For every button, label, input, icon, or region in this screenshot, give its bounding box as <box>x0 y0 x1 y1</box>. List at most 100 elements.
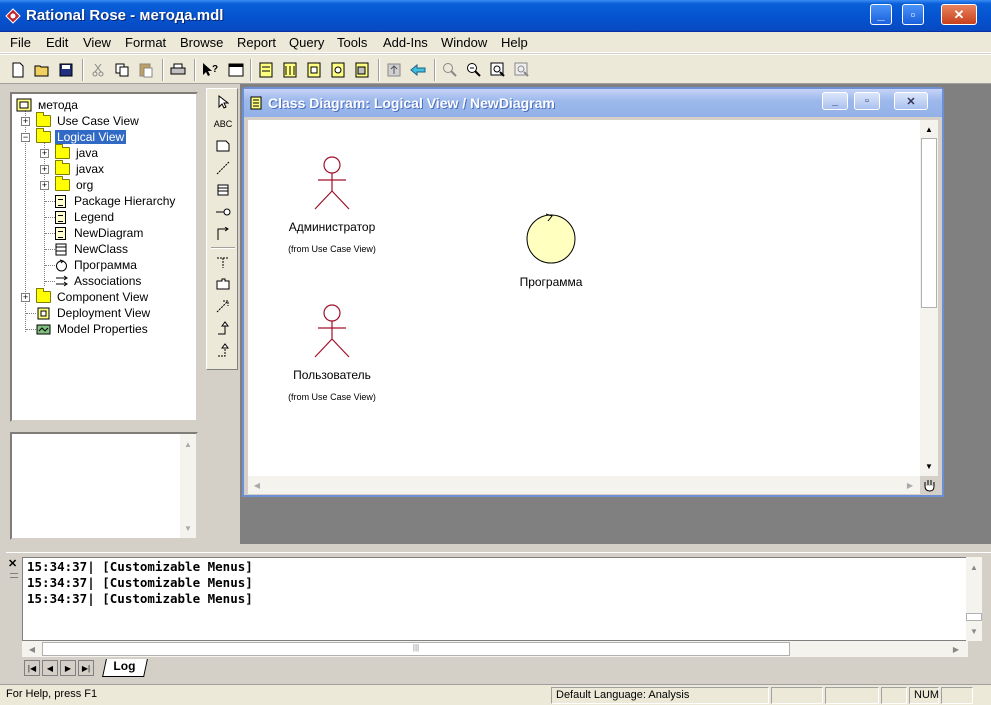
interaction-diagram-icon[interactable] <box>280 60 300 80</box>
selection-tool-icon[interactable] <box>213 93 233 111</box>
diagram-vertical-scrollbar[interactable]: ▲ ▼ <box>920 120 938 476</box>
component-diagram-icon[interactable] <box>304 60 324 80</box>
menu-file[interactable]: File <box>10 35 31 50</box>
tree-node-javax[interactable]: javax <box>55 160 106 177</box>
tree-node-deployment-view[interactable]: Deployment View <box>36 305 152 321</box>
menu-tools[interactable]: Tools <box>337 35 367 50</box>
scroll-up-icon[interactable]: ▲ <box>921 121 937 137</box>
actor-administrator-name[interactable]: Администратор <box>270 220 394 234</box>
view-browser-icon[interactable] <box>226 60 246 80</box>
scroll-up-icon[interactable]: ▲ <box>180 436 196 452</box>
documentation-scrollbar[interactable]: ▲ ▼ <box>180 434 196 538</box>
scroll-down-icon[interactable]: ▼ <box>966 623 982 639</box>
diagram-minimize-button[interactable]: _ <box>822 92 848 110</box>
menu-help[interactable]: Help <box>501 35 528 50</box>
zoom-out-icon[interactable] <box>464 60 484 80</box>
scroll-thumb[interactable] <box>921 138 937 308</box>
zoom-in-icon[interactable] <box>440 60 460 80</box>
tree-node-package-hierarchy[interactable]: Package Hierarchy <box>55 193 177 209</box>
menu-query[interactable]: Query <box>289 35 324 50</box>
scroll-down-icon[interactable]: ▼ <box>180 520 196 536</box>
log-close-icon[interactable]: ✕ <box>8 557 20 570</box>
last-tab-icon[interactable]: ▶| <box>78 660 94 676</box>
copy-icon[interactable] <box>112 60 132 80</box>
scroll-right-icon[interactable]: ▶ <box>902 477 918 493</box>
tree-node-model-properties[interactable]: Model Properties <box>36 321 150 337</box>
tree-node-component-view[interactable]: Component View <box>36 288 150 305</box>
context-help-icon[interactable]: ? <box>200 60 220 80</box>
scroll-up-icon[interactable]: ▲ <box>966 559 982 575</box>
class-diagram-icon[interactable] <box>256 60 276 80</box>
expand-use-case-view[interactable]: + <box>21 117 30 126</box>
next-tab-icon[interactable]: ▶ <box>60 660 76 676</box>
scroll-left-icon[interactable]: ◀ <box>249 477 265 493</box>
menu-window[interactable]: Window <box>441 35 487 50</box>
scroll-left-icon[interactable]: ◀ <box>24 641 40 657</box>
scroll-down-icon[interactable]: ▼ <box>921 458 937 474</box>
tab-log[interactable]: Log <box>102 659 148 677</box>
text-box-tool[interactable]: ABC <box>213 115 233 133</box>
cut-icon[interactable] <box>88 60 108 80</box>
menu-report[interactable]: Report <box>237 35 276 50</box>
control-class-programma-icon[interactable] <box>524 210 578 264</box>
log-text-area[interactable]: 15:34:37| [Customizable Menus] 15:34:37|… <box>22 557 968 641</box>
package-tool-icon[interactable] <box>213 275 233 293</box>
scroll-thumb[interactable] <box>966 613 982 621</box>
log-vertical-scrollbar[interactable]: ▲ ▼ <box>966 557 982 641</box>
interface-tool-icon[interactable] <box>213 203 233 221</box>
menu-view[interactable]: View <box>83 35 111 50</box>
actor-user-name[interactable]: Пользователь <box>270 368 394 382</box>
undo-fit-icon[interactable] <box>512 60 532 80</box>
print-icon[interactable] <box>168 60 188 80</box>
deployment-diagram-icon[interactable] <box>352 60 372 80</box>
tree-node-org[interactable]: org <box>55 176 95 193</box>
restore-button[interactable]: ▫ <box>902 4 924 25</box>
generalization-tool-icon[interactable] <box>213 319 233 337</box>
menu-format[interactable]: Format <box>125 35 166 50</box>
association-class-tool-icon[interactable] <box>213 253 233 271</box>
documentation-pane[interactable]: ▲ ▼ <box>10 432 198 540</box>
tree-node-logical-view[interactable]: Logical View <box>36 128 127 145</box>
new-file-icon[interactable] <box>8 60 28 80</box>
paste-icon[interactable] <box>136 60 156 80</box>
diagram-close-button[interactable]: ✕ <box>894 92 928 110</box>
expand-javax[interactable]: + <box>40 165 49 174</box>
diagram-canvas[interactable]: Администратор (from Use Case View) Польз… <box>248 120 920 476</box>
dependency-tool-icon[interactable] <box>213 297 233 315</box>
browse-parent-icon[interactable] <box>384 60 404 80</box>
prev-tab-icon[interactable]: ◀ <box>42 660 58 676</box>
tree-node-model-root[interactable]: метода <box>16 97 80 113</box>
tree-node-associations[interactable]: Associations <box>55 273 143 289</box>
minimize-button[interactable]: _ <box>870 4 892 25</box>
anchor-note-tool-icon[interactable] <box>213 159 233 177</box>
pan-hand-icon[interactable] <box>920 476 938 494</box>
expand-java[interactable]: + <box>40 149 49 158</box>
control-class-programma-name[interactable]: Программа <box>491 275 611 289</box>
tree-node-java[interactable]: java <box>55 144 100 161</box>
save-icon[interactable] <box>56 60 76 80</box>
tree-node-programma[interactable]: Программа <box>55 257 139 273</box>
class-tool-icon[interactable] <box>213 181 233 199</box>
actor-user-icon[interactable] <box>310 304 354 358</box>
diagram-horizontal-scrollbar[interactable]: ◀ ▶ <box>248 476 920 494</box>
open-folder-icon[interactable] <box>32 60 52 80</box>
unidirectional-association-tool-icon[interactable] <box>213 225 233 243</box>
collapse-logical-view[interactable]: − <box>21 133 30 142</box>
fit-in-window-icon[interactable] <box>488 60 508 80</box>
expand-org[interactable]: + <box>40 181 49 190</box>
scroll-thumb[interactable]: ||| <box>42 642 790 656</box>
diagram-restore-button[interactable]: ▫ <box>854 92 880 110</box>
close-button[interactable]: ✕ <box>941 4 977 25</box>
tree-node-newclass[interactable]: NewClass <box>55 241 130 257</box>
menu-edit[interactable]: Edit <box>46 35 68 50</box>
model-browser[interactable]: метода + Use Case View − Logical View + … <box>10 92 198 422</box>
tree-node-legend[interactable]: Legend <box>55 209 116 225</box>
browse-previous-icon[interactable] <box>408 60 428 80</box>
scroll-right-icon[interactable]: ▶ <box>948 641 964 657</box>
statechart-diagram-icon[interactable] <box>328 60 348 80</box>
realize-tool-icon[interactable] <box>213 341 233 359</box>
first-tab-icon[interactable]: |◀ <box>24 660 40 676</box>
tree-node-use-case-view[interactable]: Use Case View <box>36 112 141 129</box>
menu-add-ins[interactable]: Add-Ins <box>383 35 428 50</box>
menu-browse[interactable]: Browse <box>180 35 223 50</box>
